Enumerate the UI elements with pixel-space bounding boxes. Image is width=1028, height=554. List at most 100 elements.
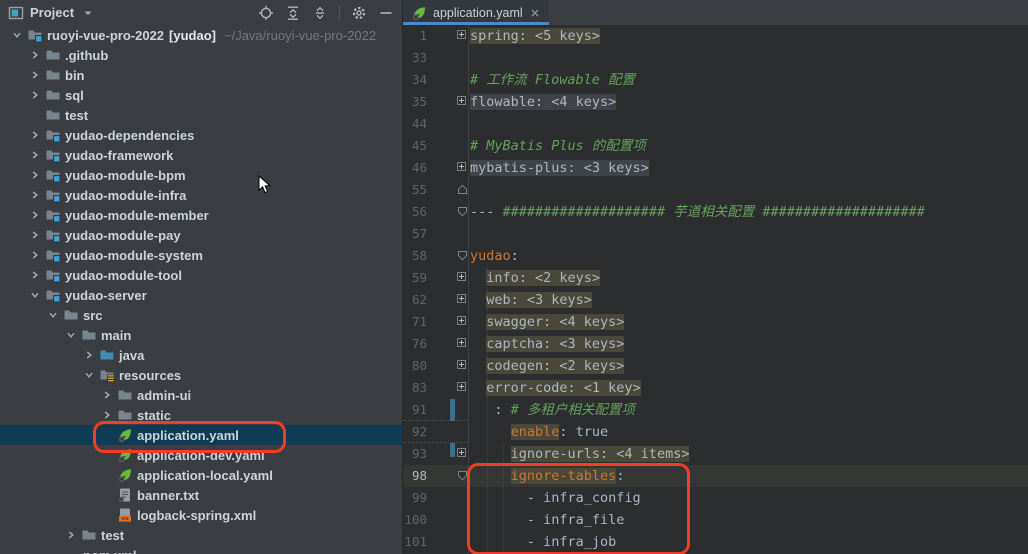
chevron-right-icon[interactable] xyxy=(26,267,44,283)
fold-marker-plus[interactable] xyxy=(457,360,466,369)
tree-item-application-dev.yaml[interactable]: application-dev.yaml xyxy=(0,445,402,465)
tree-item-bin[interactable]: bin xyxy=(0,65,402,85)
code-line-35[interactable]: 35flowable: <4 keys> xyxy=(403,91,1028,113)
fold-marker-start[interactable] xyxy=(457,250,468,261)
panel-dropdown-chevron-icon[interactable] xyxy=(80,5,96,21)
fold-marker-plus[interactable] xyxy=(457,448,466,457)
code-line-99[interactable]: 99 - infra_config xyxy=(403,487,1028,509)
hide-panel-icon[interactable] xyxy=(378,5,394,21)
chevron-right-icon[interactable] xyxy=(26,247,44,263)
code-line-80[interactable]: 80 codegen: <2 keys> xyxy=(403,355,1028,377)
code-line-83[interactable]: 83 error-code: <1 key> xyxy=(403,377,1028,399)
folder-icon xyxy=(44,107,61,123)
chevron-right-icon[interactable] xyxy=(26,47,44,63)
fold-marker-plus[interactable] xyxy=(457,382,466,391)
code-line-93[interactable]: 93 ignore-urls: <4 items> xyxy=(403,443,1028,465)
tree-item-yudao-module-system[interactable]: yudao-module-system xyxy=(0,245,402,265)
tree-item-pom.xml[interactable]: mpom.xml xyxy=(0,545,402,554)
fold-marker-plus[interactable] xyxy=(457,30,466,39)
code-segment: #################### 芋道相关配置 ############… xyxy=(503,204,925,220)
chevron-right-icon[interactable] xyxy=(26,67,44,83)
tree-item-yudao-module-bpm[interactable]: yudao-module-bpm xyxy=(0,165,402,185)
code-line-1[interactable]: 1spring: <5 keys> xyxy=(403,25,1028,47)
tree-item-yudao-module-infra[interactable]: yudao-module-infra xyxy=(0,185,402,205)
fold-marker-plus[interactable] xyxy=(457,316,466,325)
code-area[interactable]: 1spring: <5 keys>3334# 工作流 Flowable 配置35… xyxy=(403,25,1028,554)
tree-item-yudao-module-pay[interactable]: yudao-module-pay xyxy=(0,225,402,245)
chevron-right-icon[interactable] xyxy=(26,187,44,203)
code-line-62[interactable]: 62 web: <3 keys> xyxy=(403,289,1028,311)
tree-item-resources[interactable]: resources xyxy=(0,365,402,385)
chevron-down-icon[interactable] xyxy=(8,27,26,43)
fold-marker-plus[interactable] xyxy=(457,96,466,105)
code-segment: : true xyxy=(559,424,608,440)
tree-item-static[interactable]: static xyxy=(0,405,402,425)
tree-item-yudao-dependencies[interactable]: yudao-dependencies xyxy=(0,125,402,145)
fold-marker-plus[interactable] xyxy=(457,294,466,303)
chevron-right-icon[interactable] xyxy=(26,147,44,163)
fold-marker-start[interactable] xyxy=(457,470,468,481)
tree-item-test[interactable]: test xyxy=(0,105,402,125)
chevron-down-icon[interactable] xyxy=(80,367,98,383)
code-line-55[interactable]: 55 xyxy=(403,179,1028,201)
code-line-98[interactable]: 98 ignore-tables: xyxy=(403,465,1028,487)
code-line-59[interactable]: 59 info: <2 keys> xyxy=(403,267,1028,289)
chevron-right-icon[interactable] xyxy=(26,207,44,223)
chevron-right-icon[interactable] xyxy=(98,387,116,403)
code-line-56[interactable]: 56--- #################### 芋道相关配置 ######… xyxy=(403,201,1028,223)
chevron-right-icon[interactable] xyxy=(26,227,44,243)
chevron-right-icon[interactable] xyxy=(80,347,98,363)
tab-close-icon[interactable] xyxy=(529,7,541,19)
locate-file-icon[interactable] xyxy=(258,5,274,21)
tree-item-yudao-framework[interactable]: yudao-framework xyxy=(0,145,402,165)
expand-collapse-icon[interactable] xyxy=(312,5,328,21)
tree-item-label: admin-ui xyxy=(137,388,191,403)
chevron-down-icon[interactable] xyxy=(62,327,80,343)
code-line-33[interactable]: 33 xyxy=(403,47,1028,69)
code-line-71[interactable]: 71 swagger: <4 keys> xyxy=(403,311,1028,333)
line-number: 91 xyxy=(403,399,427,421)
code-line-91[interactable]: 91 : # 多租户相关配置项 xyxy=(403,399,1028,421)
chevron-down-icon[interactable] xyxy=(26,287,44,303)
code-line-58[interactable]: 58yudao: xyxy=(403,245,1028,267)
tree-item-yudao-module-member[interactable]: yudao-module-member xyxy=(0,205,402,225)
tree-item-admin-ui[interactable]: admin-ui xyxy=(0,385,402,405)
fold-marker-end[interactable] xyxy=(457,184,468,195)
tree-item-sql[interactable]: sql xyxy=(0,85,402,105)
code-line-101[interactable]: 101 - infra_job xyxy=(403,531,1028,553)
chevron-right-icon[interactable] xyxy=(26,87,44,103)
tree-item-yudao-module-tool[interactable]: yudao-module-tool xyxy=(0,265,402,285)
tree-item-java[interactable]: java xyxy=(0,345,402,365)
fold-marker-plus[interactable] xyxy=(457,338,466,347)
code-line-44[interactable]: 44 xyxy=(403,113,1028,135)
tree-item-main[interactable]: main xyxy=(0,325,402,345)
fold-marker-start[interactable] xyxy=(457,206,468,217)
tree-item-src[interactable]: src xyxy=(0,305,402,325)
code-line-34[interactable]: 34# 工作流 Flowable 配置 xyxy=(403,69,1028,91)
settings-gear-icon[interactable] xyxy=(351,5,367,21)
chevron-right-icon[interactable] xyxy=(26,127,44,143)
chevron-right-icon[interactable] xyxy=(98,407,116,423)
tree-item-ruoyi-vue-pro-2022[interactable]: ruoyi-vue-pro-2022[yudao]~/Java/ruoyi-vu… xyxy=(0,25,402,45)
code-line-57[interactable]: 57 xyxy=(403,223,1028,245)
fold-marker-plus[interactable] xyxy=(457,272,466,281)
collapse-all-icon[interactable] xyxy=(285,5,301,21)
tree-item-test[interactable]: test xyxy=(0,525,402,545)
code-line-46[interactable]: 46mybatis-plus: <3 keys> xyxy=(403,157,1028,179)
chevron-right-icon[interactable] xyxy=(62,527,80,543)
code-line-76[interactable]: 76 captcha: <3 keys> xyxy=(403,333,1028,355)
tree-item-banner.txt[interactable]: banner.txt xyxy=(0,485,402,505)
tree-item-yudao-server[interactable]: yudao-server xyxy=(0,285,402,305)
tree-item-logback-spring.xml[interactable]: <>logback-spring.xml xyxy=(0,505,402,525)
code-line-45[interactable]: 45# MyBatis Plus 的配置项 xyxy=(403,135,1028,157)
chevron-down-icon[interactable] xyxy=(44,307,62,323)
line-number: 92 xyxy=(403,421,427,443)
chevron-right-icon[interactable] xyxy=(26,167,44,183)
code-line-92[interactable]: 92 enable: true xyxy=(403,421,1028,443)
tree-item-.github[interactable]: .github xyxy=(0,45,402,65)
fold-marker-plus[interactable] xyxy=(457,162,466,171)
tab-application-yaml[interactable]: application.yaml xyxy=(403,0,549,25)
code-line-100[interactable]: 100 - infra_file xyxy=(403,509,1028,531)
tree-item-application-local.yaml[interactable]: application-local.yaml xyxy=(0,465,402,485)
tree-item-application.yaml[interactable]: application.yaml xyxy=(0,425,402,445)
